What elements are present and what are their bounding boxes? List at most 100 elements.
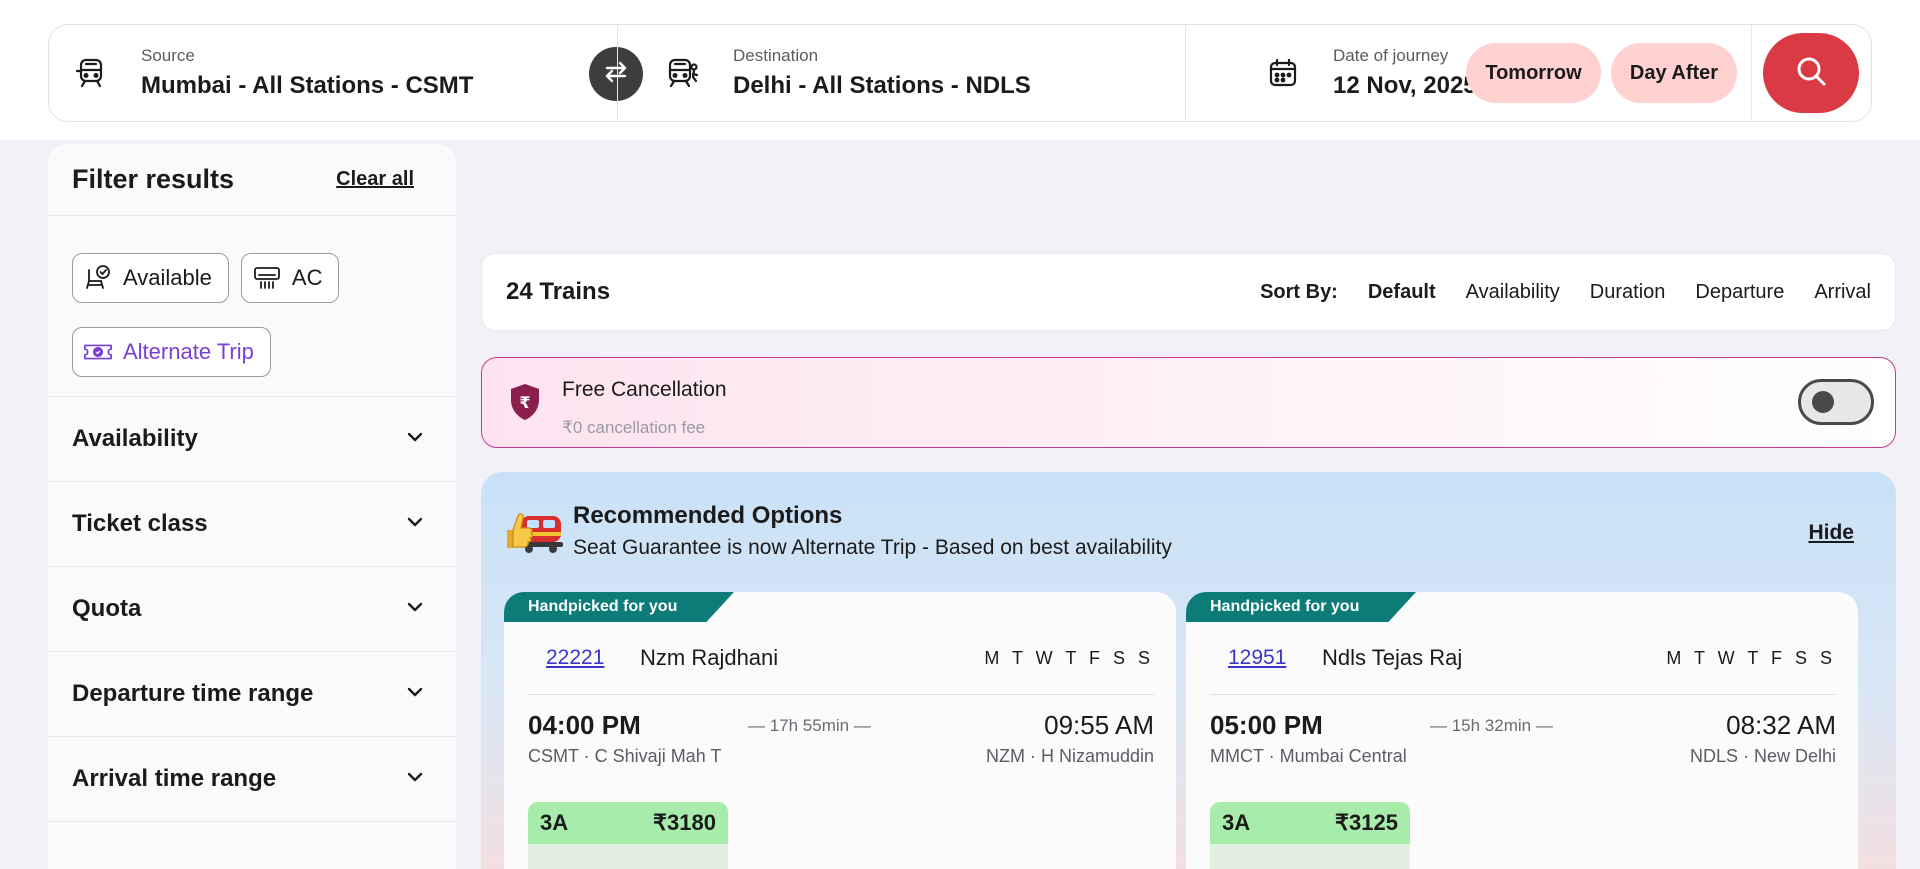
accordion-label: Arrival time range xyxy=(72,765,277,792)
divider xyxy=(1185,25,1186,121)
chip-ac-label: AC xyxy=(291,265,323,290)
sort-options: Sort By: Default Availability Duration D… xyxy=(1260,281,1871,304)
class-availability xyxy=(1210,844,1410,869)
train-front-icon xyxy=(69,51,113,95)
running-days: M T W T F S S xyxy=(1666,648,1836,668)
train-number-link[interactable]: 22221 xyxy=(546,646,604,670)
seat-check-icon xyxy=(83,263,113,293)
date-label: Date of journey xyxy=(1333,46,1449,65)
chip-alternate-trip-label: Alternate Trip xyxy=(123,339,254,364)
quick-filter-chips: Available AC Alternate Trip xyxy=(48,216,456,397)
recommended-subtitle: Seat Guarantee is now Alternate Trip - B… xyxy=(573,536,1172,559)
sort-availability[interactable]: Availability xyxy=(1466,281,1560,304)
recommended-options: Recommended Options Seat Guarantee is no… xyxy=(481,472,1896,869)
search-header: Source Mumbai - All Stations - CSMT Dest… xyxy=(0,0,1920,140)
journey-duration: — 15h 32min — xyxy=(1430,716,1553,735)
accordion-ticket-class[interactable]: Ticket class xyxy=(48,482,456,567)
chevron-down-icon xyxy=(406,430,424,448)
divider xyxy=(617,25,618,121)
results-bar: 24 Trains Sort By: Default Availability … xyxy=(481,253,1896,331)
chevron-down-icon xyxy=(406,515,424,533)
calendar-icon xyxy=(1261,51,1305,95)
chip-alternate-trip[interactable]: Alternate Trip xyxy=(72,327,271,377)
chevron-down-icon xyxy=(406,770,424,788)
departure-station: CSMT · C Shivaji Mah T xyxy=(528,746,722,766)
journey-search-box: Source Mumbai - All Stations - CSMT Dest… xyxy=(48,24,1872,122)
free-cancellation-toggle[interactable] xyxy=(1798,379,1874,425)
accordion-quota[interactable]: Quota xyxy=(48,567,456,652)
train-name: Nzm Rajdhani xyxy=(640,645,779,670)
accordion-departure-time[interactable]: Departure time range xyxy=(48,652,456,737)
journey-duration: — 17h 55min — xyxy=(748,716,871,735)
arrival-time: 09:55 AM xyxy=(1044,710,1154,740)
source-value: Mumbai - All Stations - CSMT xyxy=(141,72,474,99)
free-cancellation-title: Free Cancellation xyxy=(562,378,727,401)
departure-time: 04:00 PM xyxy=(528,710,641,740)
search-button[interactable] xyxy=(1763,33,1859,113)
sort-departure[interactable]: Departure xyxy=(1695,281,1784,304)
sort-label: Sort By: xyxy=(1260,280,1338,303)
class-availability xyxy=(528,844,728,869)
swap-arrows-icon xyxy=(602,60,630,89)
clear-all-link[interactable]: Clear all xyxy=(336,168,414,191)
divider xyxy=(528,694,1154,695)
handpicked-tag: Handpicked for you xyxy=(1186,592,1416,622)
search-icon xyxy=(1794,54,1828,93)
filter-sidebar: Filter results Clear all Available AC Al… xyxy=(48,144,456,869)
destination-field[interactable]: Destination Delhi - All Stations - NDLS xyxy=(661,25,1221,121)
chip-ac[interactable]: AC xyxy=(240,253,340,303)
tomorrow-button[interactable]: Tomorrow xyxy=(1466,43,1601,103)
train-number-link[interactable]: 12951 xyxy=(1228,646,1286,670)
day-after-button[interactable]: Day After xyxy=(1611,43,1737,103)
thumbs-up-train-icon xyxy=(503,502,565,558)
train-name: Ndls Tejas Raj xyxy=(1322,645,1463,670)
toggle-knob xyxy=(1812,391,1834,413)
arrival-time: 08:32 AM xyxy=(1726,710,1836,740)
class-code: 3A xyxy=(540,810,569,835)
ticket-icon xyxy=(83,337,113,367)
accordion-label: Ticket class xyxy=(72,510,208,537)
train-card[interactable]: Handpicked for you 22221 Nzm Rajdhani M … xyxy=(504,592,1176,869)
free-cancellation-subtitle: ₹0 cancellation fee xyxy=(562,418,706,437)
sort-arrival[interactable]: Arrival xyxy=(1814,281,1871,304)
chevron-down-icon xyxy=(406,600,424,618)
accordion-label: Quota xyxy=(72,595,142,622)
accordion-availability[interactable]: Availability xyxy=(48,397,456,482)
destination-value: Delhi - All Stations - NDLS xyxy=(733,72,1031,99)
source-label: Source xyxy=(141,46,195,65)
class-fare-tile[interactable]: 3A ₹3125 xyxy=(1210,802,1410,869)
chevron-down-icon xyxy=(406,685,424,703)
accordion-arrival-time[interactable]: Arrival time range xyxy=(48,737,456,822)
fare-price: ₹3125 xyxy=(1335,810,1398,835)
free-cancellation-banner: ₹ Free Cancellation ₹0 cancellation fee xyxy=(481,357,1896,448)
chip-available-label: Available xyxy=(123,265,212,290)
divider xyxy=(1751,25,1752,121)
swap-stations-button[interactable] xyxy=(589,47,643,101)
arrival-station: NDLS · New Delhi xyxy=(1689,746,1836,766)
arrival-station: NZM · H Nizamuddin xyxy=(985,746,1154,766)
filter-title: Filter results xyxy=(72,164,235,194)
divider xyxy=(1210,694,1836,695)
accordion-label: Availability xyxy=(72,425,198,452)
chip-available[interactable]: Available xyxy=(72,253,229,303)
fare-price: ₹3180 xyxy=(653,810,716,835)
svg-text:₹: ₹ xyxy=(519,393,530,412)
train-count: 24 Trains xyxy=(506,278,611,305)
class-fare-tile[interactable]: 3A ₹3180 xyxy=(528,802,728,869)
sort-duration[interactable]: Duration xyxy=(1590,281,1666,304)
running-days: M T W T F S S xyxy=(984,648,1154,668)
filter-header: Filter results Clear all xyxy=(48,144,456,216)
accordion-label: Departure time range xyxy=(72,680,314,707)
recommended-title: Recommended Options xyxy=(573,502,843,529)
train-card[interactable]: Handpicked for you 12951 Ndls Tejas Raj … xyxy=(1186,592,1858,869)
hide-recommended-link[interactable]: Hide xyxy=(1808,521,1854,545)
departure-time: 05:00 PM xyxy=(1210,710,1323,740)
sort-default[interactable]: Default xyxy=(1368,281,1436,304)
handpicked-tag: Handpicked for you xyxy=(504,592,734,622)
date-value: 12 Nov, 2025 xyxy=(1333,72,1477,99)
rupee-shield-icon: ₹ xyxy=(508,382,542,427)
departure-station: MMCT · Mumbai Central xyxy=(1210,746,1407,766)
destination-label: Destination xyxy=(733,46,819,65)
source-field[interactable]: Source Mumbai - All Stations - CSMT xyxy=(69,25,639,121)
class-code: 3A xyxy=(1222,810,1251,835)
